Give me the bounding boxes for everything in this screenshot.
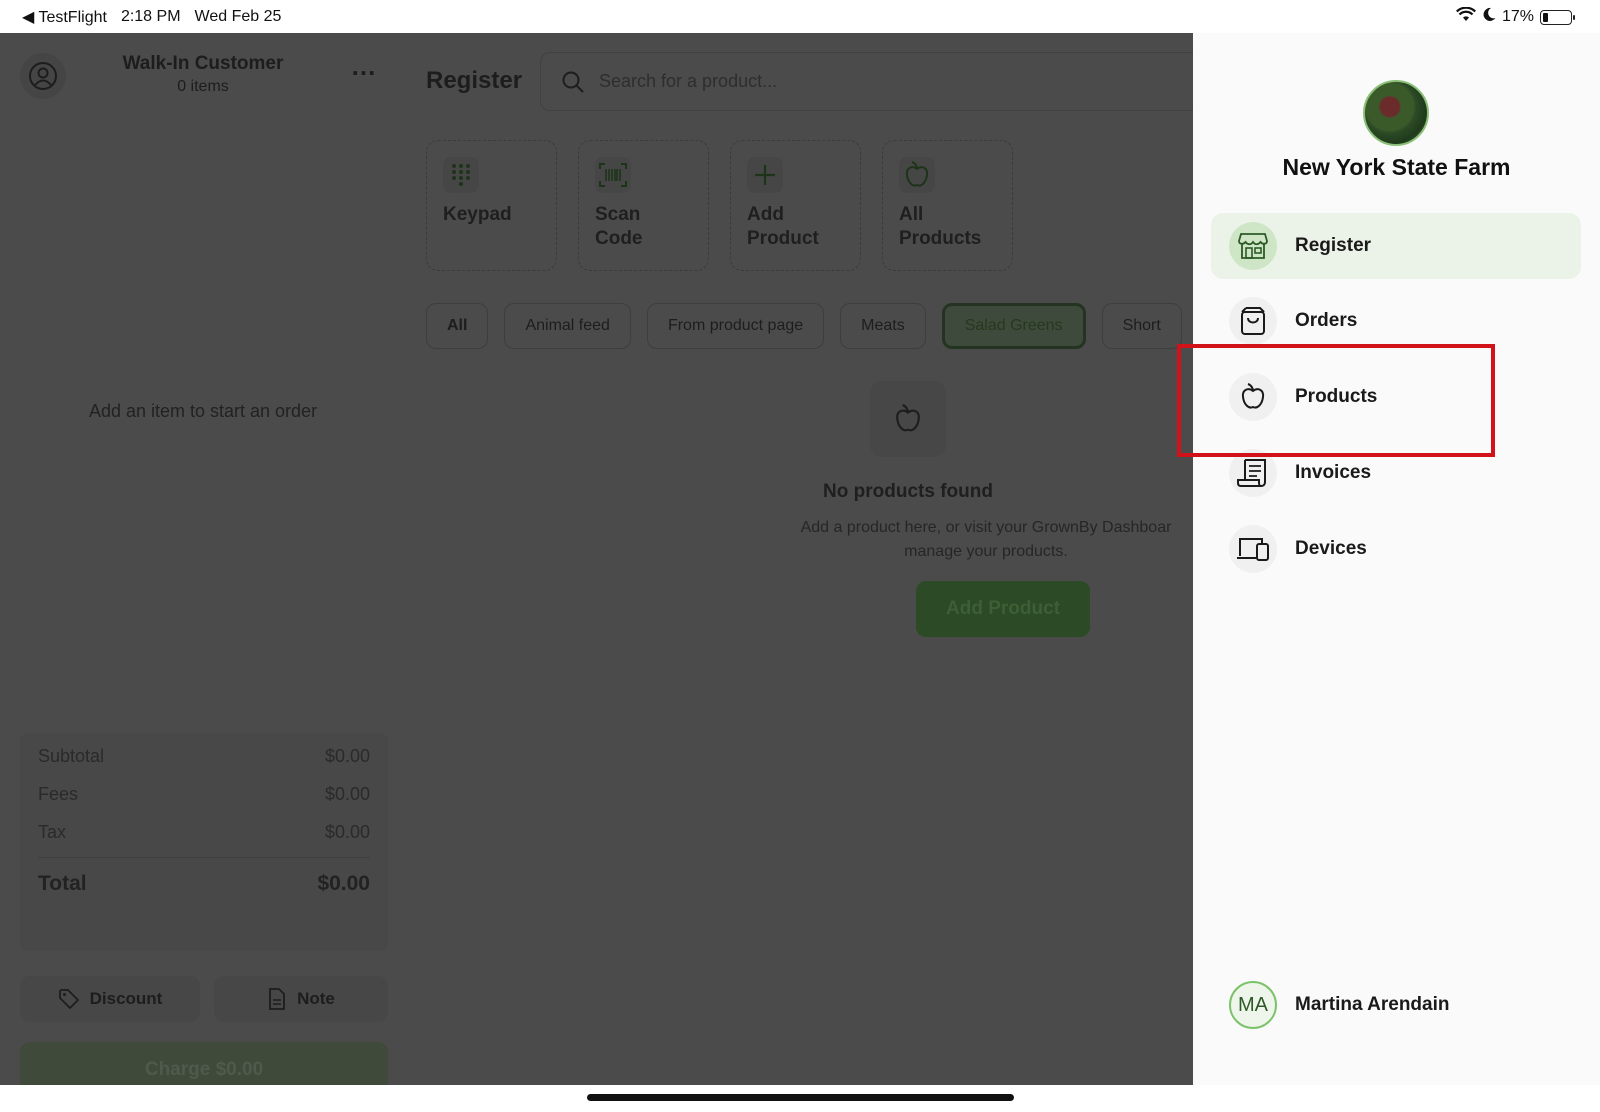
tax-label: Tax [38,821,67,842]
cart-panel: Walk-In Customer 0 items ... Add an item… [0,33,406,1085]
user-circle-icon [29,62,57,90]
cart-item-count: 0 items [177,78,229,95]
nav-item-label: Devices [1295,538,1367,559]
empty-products-description: Add a product here, or visit your GrownB… [766,516,1193,564]
nav-item-label: Invoices [1295,462,1372,483]
empty-products-title: No products found [823,481,993,502]
chip-animal-feed[interactable]: Animal feed [504,303,631,349]
tax-value: $0.00 [324,821,370,842]
scan-code-tile[interactable]: Scan Code [578,140,709,271]
battery-icon [1540,9,1575,25]
total-row: Total $0.00 [38,862,370,906]
all-tile-label-line2: Products [899,228,982,249]
add-tile-label-line2: Product [747,228,819,249]
storefront-icon [1229,222,1277,270]
subtotal-row: Subtotal $0.00 [38,737,370,775]
status-date: Wed Feb 25 [194,8,282,25]
nav-item-devices[interactable]: Devices [1211,516,1581,582]
note-button[interactable]: Note [214,976,388,1022]
shopping-bag-icon [1229,297,1277,345]
search-input[interactable]: Search for a product... [540,52,1193,111]
status-time: 2:18 PM [120,8,181,25]
nav-item-label: Register [1295,235,1372,256]
quick-action-tiles: Keypad Scan Code Add Product All Product… [426,140,1013,271]
user-profile-row[interactable]: MA Martina Arendain [1229,981,1450,1029]
customer-name[interactable]: Walk-In Customer [80,53,326,75]
summary-divider [38,857,370,858]
moon-icon [1482,7,1496,27]
home-indicator[interactable] [587,1094,1014,1101]
back-to-testflight-link[interactable]: ◀ TestFlight [22,7,107,27]
subtotal-label: Subtotal [38,745,105,766]
total-value: $0.00 [317,872,370,895]
empty-desc-line2: manage your products. [904,543,1068,560]
plus-icon [747,157,783,193]
all-products-tile[interactable]: All Products [882,140,1013,271]
customer-avatar-button[interactable] [20,53,66,99]
chip-salad-greens[interactable]: Salad Greens [941,303,1086,349]
discount-label: Discount [89,989,163,1008]
page-title: Register [426,67,523,94]
devices-icon [1229,525,1277,573]
category-filter-chips: All Animal feed From product page Meats … [426,303,1182,349]
subtotal-value: $0.00 [324,745,370,766]
dimmed-app-overlay[interactable]: Walk-In Customer 0 items ... Add an item… [0,33,1193,1085]
tax-row: Tax $0.00 [38,813,370,851]
document-icon [269,988,286,1010]
fees-label: Fees [38,783,79,804]
keypad-tile[interactable]: Keypad [426,140,557,271]
discount-button[interactable]: Discount [20,976,200,1022]
fees-value: $0.00 [324,783,370,804]
add-product-tile[interactable]: Add Product [730,140,861,271]
keypad-icon [443,157,479,193]
keypad-tile-label: Keypad [443,204,512,225]
farm-name: New York State Farm [1282,154,1511,180]
user-avatar: MA [1229,981,1277,1029]
navigation-drawer: New York State Farm Register Orders Prod… [1193,33,1600,1085]
user-name: Martina Arendain [1295,994,1450,1015]
search-placeholder: Search for a product... [599,71,778,91]
scan-tile-label-line1: Scan [595,204,641,225]
fees-row: Fees $0.00 [38,775,370,813]
battery-fill [1543,12,1548,22]
scan-tile-label-line2: Code [595,228,643,249]
barcode-icon [595,157,631,193]
chip-from-product-page[interactable]: From product page [646,303,825,349]
chip-all[interactable]: All [426,303,489,349]
note-label: Note [297,989,335,1008]
tag-icon [58,989,79,1010]
battery-percent: 17% [1501,8,1534,25]
chip-meats[interactable]: Meats [840,303,926,349]
empty-cart-message: Add an item to start an order [88,401,318,421]
charge-button[interactable]: Charge $0.00 [20,1042,388,1085]
all-tile-label-line1: All [899,204,924,225]
register-panel: Register Search for a product... Keypad … [406,33,1193,1085]
chip-short[interactable]: Short [1101,303,1182,349]
highlight-box [1177,344,1495,457]
empty-desc-line1: Add a product here, or visit your GrownB… [800,519,1172,536]
empty-products-state: No products found [758,381,1058,502]
nav-item-label: Orders [1295,310,1358,331]
apple-icon [870,381,946,457]
farm-logo [1363,80,1429,146]
status-bar: ◀ TestFlight 2:18 PM Wed Feb 25 17% [0,0,1600,33]
total-label: Total [38,872,87,895]
apple-icon [899,157,935,193]
wifi-icon [1455,6,1476,27]
add-product-button[interactable]: Add Product [916,581,1090,637]
add-tile-label-line1: Add [747,204,784,225]
more-options-icon[interactable]: ... [346,53,382,85]
order-summary: Subtotal $0.00 Fees $0.00 Tax $0.00 Tota… [20,733,388,951]
nav-item-register[interactable]: Register [1211,213,1581,279]
search-icon [562,71,584,93]
